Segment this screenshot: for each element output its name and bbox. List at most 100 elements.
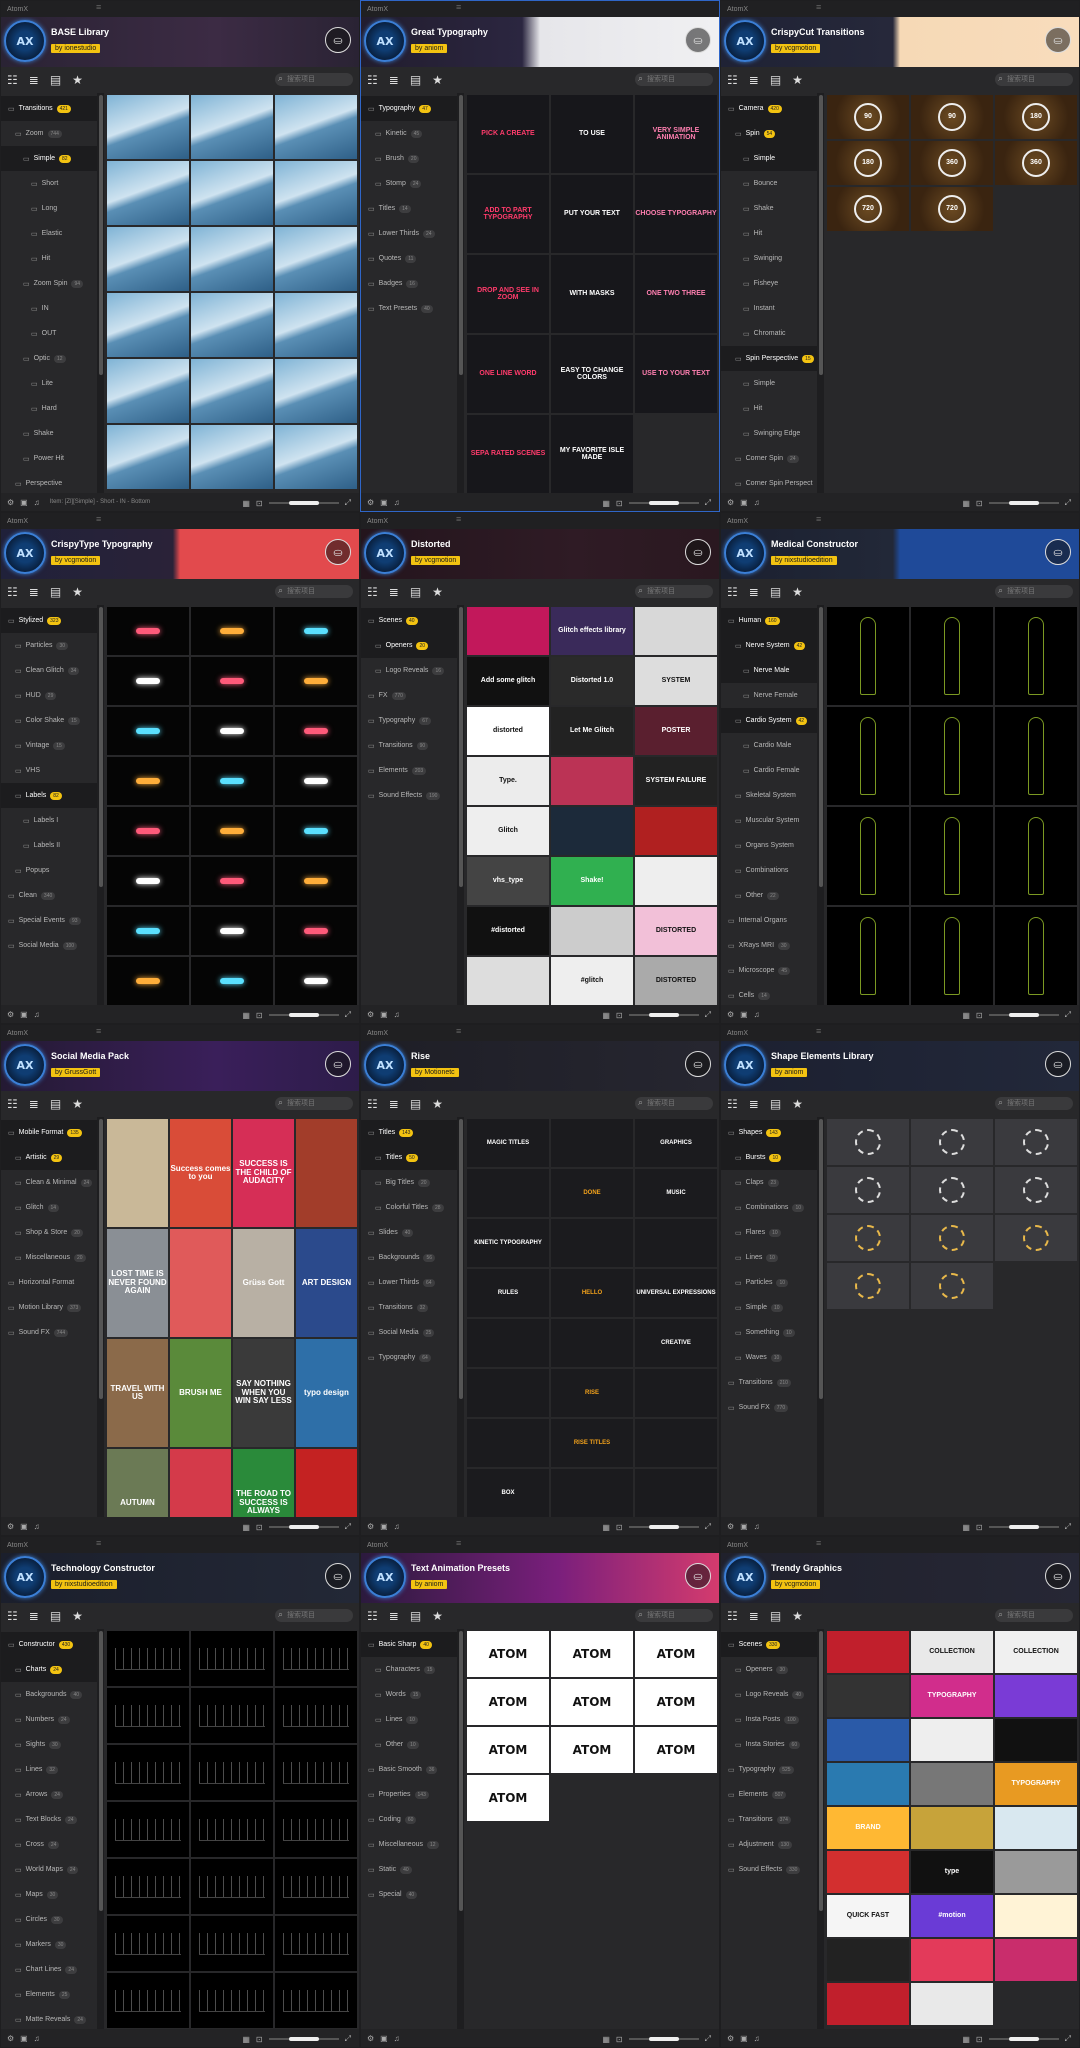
sidebar-item[interactable]: ▭ Elements 25 <box>1 1982 97 2007</box>
sidebar-item[interactable]: ▭ XRays MRI 30 <box>721 933 817 958</box>
search-input[interactable]: 搜索项目 <box>635 1608 713 1622</box>
preset-thumbnail[interactable] <box>107 1631 189 1686</box>
sliders-icon[interactable]: ☷ <box>7 585 18 599</box>
cart-icon[interactable]: ⛀ <box>1045 1563 1071 1589</box>
library-author-badge[interactable]: by aniom <box>411 1580 448 1589</box>
sidebar-item[interactable]: ▭ Lines 32 <box>1 1757 97 1782</box>
sidebar-item[interactable]: ▭ OUT <box>1 321 97 346</box>
sidebar-item[interactable]: ▭ FX 770 <box>361 683 457 708</box>
music-icon[interactable]: ♫ <box>394 1010 400 1019</box>
sidebar-item[interactable]: ▭ Logo Reveals 16 <box>361 658 457 683</box>
music-icon[interactable]: ♫ <box>394 2034 400 2043</box>
sidebar-scrollbar[interactable] <box>458 1629 464 2029</box>
search-input[interactable]: 搜索项目 <box>275 1096 353 1110</box>
preset-thumbnail[interactable]: typo design <box>296 1339 357 1447</box>
scrollbar-thumb[interactable] <box>819 1631 823 1911</box>
music-icon[interactable]: ♫ <box>34 1522 40 1531</box>
sidebar-item[interactable]: ▭ Combinations 10 <box>721 1195 817 1220</box>
preset-thumbnail[interactable] <box>911 607 993 705</box>
file-icon[interactable]: ▤ <box>50 1097 61 1111</box>
preset-thumbnail[interactable]: SAY NOTHING WHEN YOU WIN SAY LESS <box>233 1339 294 1447</box>
file-icon[interactable]: ▤ <box>410 73 421 87</box>
preset-thumbnail[interactable] <box>827 1763 909 1805</box>
search-input[interactable]: 搜索项目 <box>275 584 353 598</box>
cart-icon[interactable]: ⛀ <box>685 27 711 53</box>
scrollbar-thumb[interactable] <box>459 95 463 375</box>
search-input[interactable]: 搜索项目 <box>635 1096 713 1110</box>
library-author-badge[interactable]: by vcgmotion <box>411 556 461 565</box>
music-icon[interactable]: ♫ <box>754 1010 760 1019</box>
sidebar-item[interactable]: ▭ Charts 24 <box>1 1657 97 1682</box>
slider-handle[interactable] <box>1008 501 1039 505</box>
panel-menu-icon[interactable]: ≡ <box>96 1539 101 1548</box>
preset-thumbnail[interactable]: ART DESIGN <box>296 1229 357 1337</box>
preset-thumbnail[interactable]: ONE LINE WORD <box>467 335 549 413</box>
preset-thumbnail[interactable] <box>275 807 357 855</box>
sidebar-item[interactable]: ▭ Typography 64 <box>361 1345 457 1370</box>
preset-thumbnail[interactable] <box>827 1631 909 1673</box>
sidebar-item[interactable]: ▭ Elements 507 <box>721 1782 817 1807</box>
preset-thumbnail[interactable]: DISTORTED <box>635 957 717 1005</box>
preset-thumbnail[interactable]: 360 <box>911 141 993 185</box>
sidebar-item[interactable]: ▭ Insta Stories 60 <box>721 1732 817 1757</box>
sidebar-item[interactable]: ▭ Short <box>1 171 97 196</box>
preset-thumbnail[interactable]: CHOOSE TYPOGRAPHY <box>635 175 717 253</box>
preset-thumbnail[interactable] <box>191 907 273 955</box>
sidebar-item[interactable]: ▭ Nerve Male <box>721 658 817 683</box>
preset-thumbnail[interactable] <box>191 657 273 705</box>
preset-thumbnail[interactable] <box>107 857 189 905</box>
slider-handle[interactable] <box>288 1525 319 1529</box>
preset-thumbnail[interactable] <box>275 607 357 655</box>
layers-icon[interactable]: ≣ <box>29 1097 39 1111</box>
sidebar-item[interactable]: ▭ Skeletal System <box>721 783 817 808</box>
search-input[interactable]: 搜索项目 <box>635 72 713 86</box>
image-icon[interactable]: ▣ <box>380 498 388 507</box>
fit-icon[interactable]: ⊡ <box>256 499 263 508</box>
fit-icon[interactable]: ⊡ <box>256 2035 263 2044</box>
preset-thumbnail[interactable] <box>275 227 357 291</box>
preset-thumbnail[interactable] <box>275 907 357 955</box>
preset-thumbnail[interactable] <box>635 1369 717 1417</box>
preset-thumbnail[interactable] <box>995 1851 1077 1893</box>
file-icon[interactable]: ▤ <box>50 1609 61 1623</box>
preset-thumbnail[interactable]: BRUSH ME <box>170 1339 231 1447</box>
expand-icon[interactable]: ⤢ <box>345 1522 351 1532</box>
preset-thumbnail[interactable]: AUTUMN <box>107 1449 168 1517</box>
settings-icon[interactable]: ⚙ <box>367 498 374 507</box>
preset-thumbnail[interactable]: 180 <box>995 95 1077 139</box>
preset-thumbnail[interactable] <box>107 657 189 705</box>
favorite-star-icon[interactable]: ★ <box>792 73 803 87</box>
file-icon[interactable]: ▤ <box>770 1609 781 1623</box>
preset-thumbnail[interactable] <box>275 1631 357 1686</box>
sidebar-item[interactable]: ▭ Vintage 15 <box>1 733 97 758</box>
fit-icon[interactable]: ⊡ <box>616 1523 623 1532</box>
preset-thumbnail[interactable] <box>275 293 357 357</box>
panel-menu-icon[interactable]: ≡ <box>456 515 461 524</box>
sidebar-item[interactable]: ▭ Spin 54 <box>721 121 817 146</box>
slider-handle[interactable] <box>288 501 319 505</box>
expand-icon[interactable]: ⤢ <box>1065 2034 1071 2044</box>
image-icon[interactable]: ▣ <box>380 2034 388 2043</box>
sidebar-item[interactable]: ▭ Instant <box>721 296 817 321</box>
preset-thumbnail[interactable]: Grüss Gott <box>233 1229 294 1337</box>
preset-thumbnail[interactable] <box>551 907 633 955</box>
sidebar-item[interactable]: ▭ Arrows 24 <box>1 1782 97 1807</box>
sidebar-item[interactable]: ▭ Bursts 10 <box>721 1145 817 1170</box>
preset-thumbnail[interactable] <box>635 1419 717 1467</box>
image-icon[interactable]: ▣ <box>20 498 28 507</box>
preset-thumbnail[interactable] <box>191 1745 273 1800</box>
sidebar-item[interactable]: ▭ Spin Perspective 15 <box>721 346 817 371</box>
sidebar-item[interactable]: ▭ Hit <box>1 246 97 271</box>
file-icon[interactable]: ▤ <box>770 73 781 87</box>
settings-icon[interactable]: ⚙ <box>7 1010 14 1019</box>
preset-thumbnail[interactable]: #glitch <box>551 957 633 1005</box>
settings-icon[interactable]: ⚙ <box>367 2034 374 2043</box>
sidebar-item[interactable]: ▭ Hit <box>721 221 817 246</box>
thumbnail-size-slider[interactable] <box>268 1013 339 1017</box>
preset-thumbnail[interactable] <box>995 1215 1077 1261</box>
preset-thumbnail[interactable] <box>995 1807 1077 1849</box>
preset-thumbnail[interactable] <box>911 1763 993 1805</box>
sliders-icon[interactable]: ☷ <box>367 585 378 599</box>
image-icon[interactable]: ▣ <box>740 498 748 507</box>
scrollbar-thumb[interactable] <box>459 607 463 887</box>
